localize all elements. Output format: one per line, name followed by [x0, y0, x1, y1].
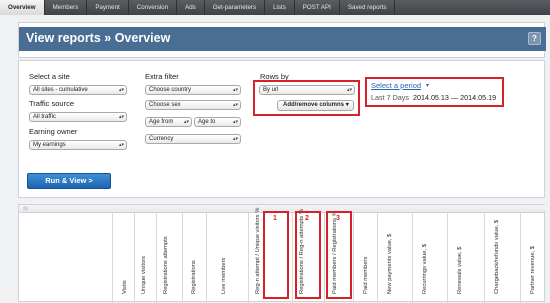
tab-overview[interactable]: Overview: [0, 0, 45, 15]
column-label: Chargeback/refunds value, $: [494, 219, 500, 294]
top-nav: Overview Members Payment Conversion Ads …: [0, 0, 550, 15]
select-arrows-icon: ▴▾: [232, 102, 238, 108]
site-label: Select a site: [29, 72, 70, 81]
select-arrows-icon: ▴▾: [118, 114, 124, 120]
title-panel: View reports » Overview ?: [18, 22, 546, 58]
currency-select[interactable]: Currency ▴▾: [145, 134, 241, 144]
title-bar: View reports » Overview ?: [19, 27, 546, 51]
tab-saved-reports[interactable]: Saved reports: [340, 0, 396, 15]
traffic-label: Traffic source: [29, 99, 75, 108]
site-select[interactable]: All sites - cumulative ▴▾: [29, 85, 127, 95]
tab-ads[interactable]: Ads: [177, 0, 205, 15]
select-arrows-icon: ▴▾: [118, 87, 124, 93]
column-header[interactable]: New payments value, $: [377, 213, 412, 303]
earning-label: Earning owner: [29, 127, 78, 136]
column-label: Unique visitors: [141, 255, 147, 294]
age-from-select[interactable]: Age from ▴▾: [145, 117, 192, 127]
column-header[interactable]: Recurrings value, $: [412, 213, 447, 303]
caret-down-icon[interactable]: ▾: [426, 82, 429, 89]
report-table: Visits Unique visitors Registrations att…: [18, 204, 546, 303]
earning-select[interactable]: My earnings ▴▾: [29, 140, 127, 150]
column-header[interactable]: Partner revenue, $: [520, 213, 546, 303]
column-label: Registrations attempts: [163, 236, 169, 294]
column-label: Recurrings value, $: [422, 244, 428, 294]
period-value: Last 7 Days 2014.05.13 — 2014.05.19: [371, 93, 497, 102]
tab-payment[interactable]: Payment: [87, 0, 129, 15]
select-arrows-icon: ▴▾: [232, 119, 238, 125]
column-label: Visits: [122, 280, 128, 294]
page-title: View reports » Overview: [26, 31, 171, 45]
marker-number: 2: [305, 215, 309, 222]
select-arrows-icon: ▴▾: [183, 119, 189, 125]
column-label: New payments value, $: [387, 233, 393, 294]
highlight-column-1: [263, 211, 289, 299]
highlight-rows-box: [253, 80, 360, 116]
country-select[interactable]: Choose country ▴▾: [145, 85, 241, 95]
tab-conversion[interactable]: Conversion: [129, 0, 178, 15]
select-period-link[interactable]: Select a period: [371, 81, 421, 90]
column-header[interactable]: Unique visitors: [134, 213, 156, 303]
select-arrows-icon: ▴▾: [232, 87, 238, 93]
highlight-column-3: [326, 211, 352, 299]
column-header[interactable]: Renewals value, $: [447, 213, 484, 303]
run-view-button[interactable]: Run & View >: [27, 173, 111, 189]
age-to-select[interactable]: Age to ▴▾: [194, 117, 241, 127]
grip-dot-icon: [23, 206, 28, 211]
column-header[interactable]: Visits: [112, 213, 134, 303]
column-label: Partner revenue, $: [530, 245, 536, 294]
column-header[interactable]: Registrations: [182, 213, 206, 303]
column-header[interactable]: Live members: [206, 213, 248, 303]
marker-number: 3: [336, 215, 340, 222]
select-arrows-icon: ▴▾: [118, 142, 124, 148]
tab-lists[interactable]: Lists: [265, 0, 295, 15]
column-label: Reg-n attempt / Unique visitors %: [255, 207, 261, 294]
select-arrows-icon: ▴▾: [232, 136, 238, 142]
highlight-column-2: [295, 211, 321, 299]
column-label: Live members: [221, 257, 227, 294]
traffic-select[interactable]: All traffic ▴▾: [29, 112, 127, 122]
tab-post-api[interactable]: POST API: [295, 0, 340, 15]
column-header[interactable]: Paid members: [353, 213, 377, 303]
extra-filter-label: Extra filter: [145, 72, 179, 81]
sex-select[interactable]: Choose sex ▴▾: [145, 100, 241, 110]
column-header[interactable]: Registrations attempts: [156, 213, 182, 303]
column-label: Registrations: [191, 260, 197, 294]
column-header[interactable]: Chargeback/refunds value, $: [484, 213, 520, 303]
column-label: Renewals value, $: [457, 246, 463, 294]
column-label: Paid members: [363, 256, 369, 294]
marker-number: 1: [273, 215, 277, 222]
help-icon[interactable]: ?: [528, 32, 541, 45]
tab-get-parameters[interactable]: Get-parameters: [205, 0, 266, 15]
tab-members[interactable]: Members: [45, 0, 88, 15]
